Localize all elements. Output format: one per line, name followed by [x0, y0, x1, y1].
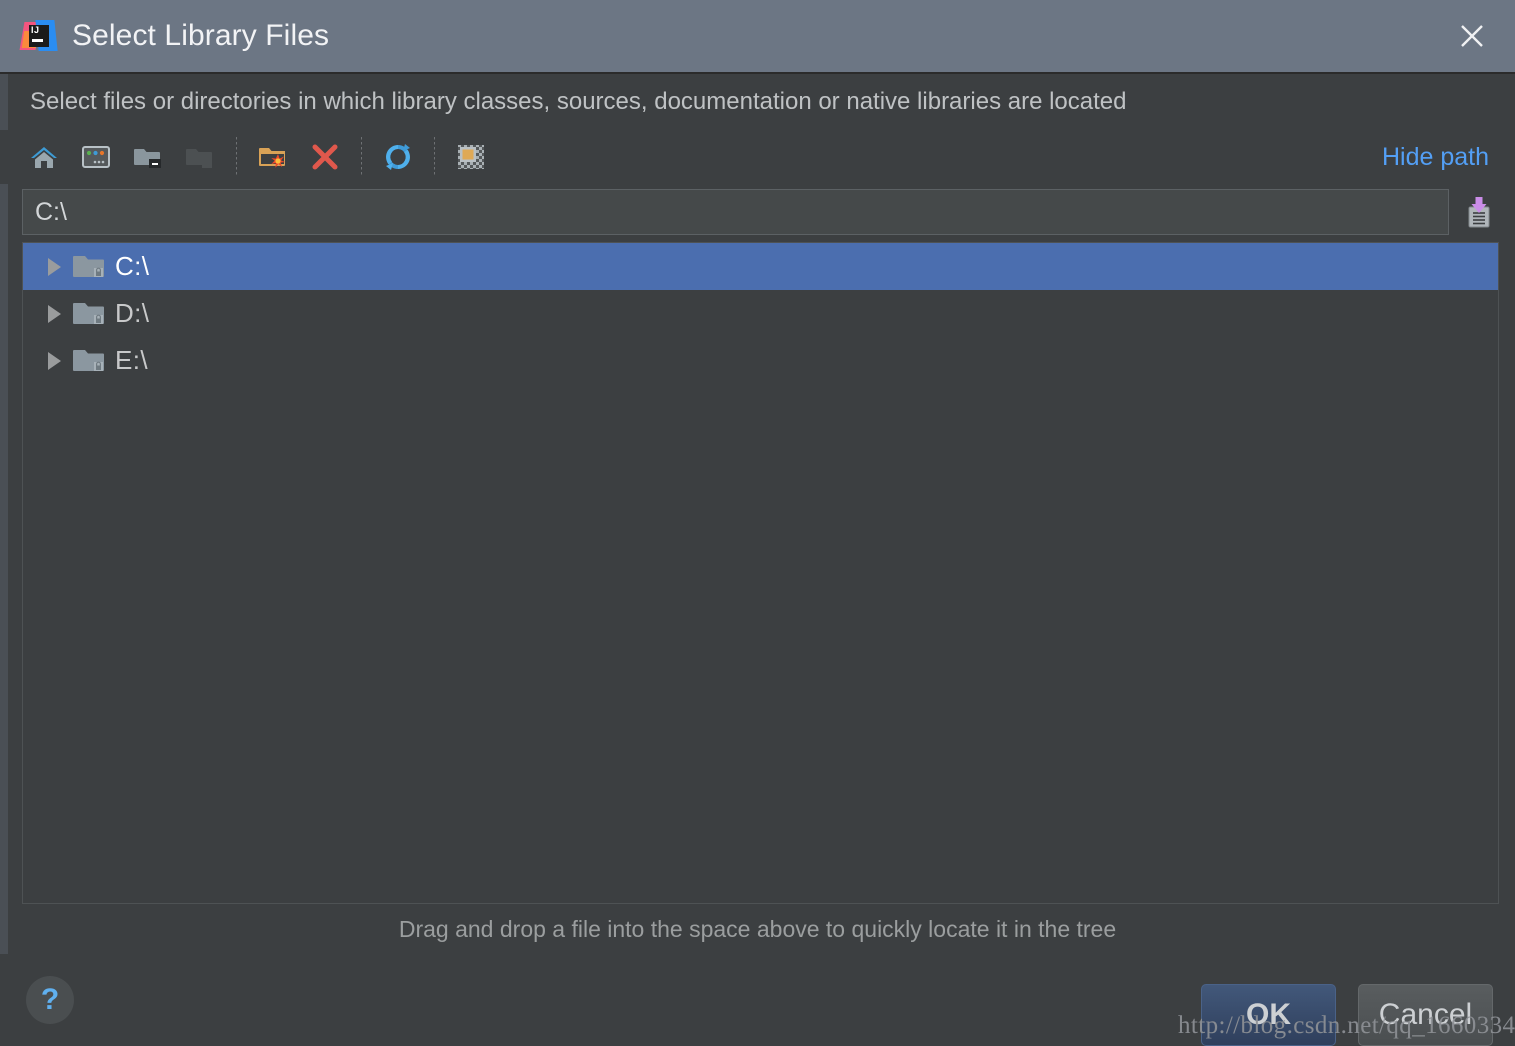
file-tree-panel[interactable]: C:\ D:\ E:\	[22, 242, 1499, 904]
tree-row-label: C:\	[115, 251, 150, 281]
tree-row-label: D:\	[115, 298, 150, 328]
locked-folder-icon	[73, 252, 107, 282]
chevron-right-icon[interactable]	[39, 346, 69, 376]
toolbar-group-edit	[253, 137, 345, 177]
dialog-description: Select files or directories in which lib…	[30, 88, 1127, 115]
logo-letters: IJ	[31, 25, 40, 35]
title-bar: IJ Select Library Files	[0, 0, 1515, 74]
help-button[interactable]: ?	[26, 976, 74, 1024]
refresh-icon[interactable]	[378, 137, 418, 177]
dialog-footer: ? OK Cancel	[0, 954, 1515, 1046]
toolbar-group-refresh	[378, 137, 418, 177]
expand-all-folder-icon[interactable]	[128, 137, 168, 177]
toolbar-separator	[361, 137, 362, 177]
toolbar-group-view	[451, 137, 491, 177]
cancel-button[interactable]: Cancel	[1358, 984, 1493, 1046]
new-folder-icon[interactable]	[253, 137, 293, 177]
tree-row[interactable]: C:\	[23, 243, 1498, 290]
drag-drop-hint-bar: Drag and drop a file into the space abov…	[0, 904, 1515, 954]
hide-path-link[interactable]: Hide path	[1382, 143, 1495, 172]
path-input[interactable]: C:\	[22, 189, 1449, 235]
intellij-idea-logo-icon: IJ	[19, 19, 58, 53]
left-edge-strip	[0, 74, 8, 1046]
file-tree: C:\ D:\ E:\	[23, 243, 1498, 384]
close-icon[interactable]	[1453, 17, 1491, 55]
desktop-icon[interactable]	[76, 137, 116, 177]
ok-button[interactable]: OK	[1201, 984, 1336, 1046]
tree-row-label: E:\	[115, 345, 148, 375]
select-library-files-dialog: IJ Select Library Files Select files or …	[0, 0, 1515, 1046]
toolbar-separator	[236, 137, 237, 177]
toolbar-group-navigation	[24, 137, 220, 177]
drag-drop-hint: Drag and drop a file into the space abov…	[398, 915, 1117, 942]
collapse-all-folder-icon[interactable]	[180, 137, 220, 177]
paste-from-clipboard-icon[interactable]	[1459, 189, 1499, 235]
path-row: C:\	[0, 184, 1515, 240]
subtitle-bar: Select files or directories in which lib…	[0, 74, 1515, 130]
locked-folder-icon	[73, 299, 107, 329]
toolbar: Hide path	[0, 130, 1515, 184]
tree-row[interactable]: E:\	[23, 337, 1498, 384]
toolbar-separator	[434, 137, 435, 177]
tree-row[interactable]: D:\	[23, 290, 1498, 337]
chevron-right-icon[interactable]	[39, 299, 69, 329]
window-title: Select Library Files	[72, 19, 330, 52]
delete-icon[interactable]	[305, 137, 345, 177]
home-icon[interactable]	[24, 137, 64, 177]
show-hidden-files-icon[interactable]	[451, 137, 491, 177]
chevron-right-icon[interactable]	[39, 252, 69, 282]
locked-folder-icon	[73, 346, 107, 376]
dialog-button-group: OK Cancel	[1201, 984, 1493, 1046]
